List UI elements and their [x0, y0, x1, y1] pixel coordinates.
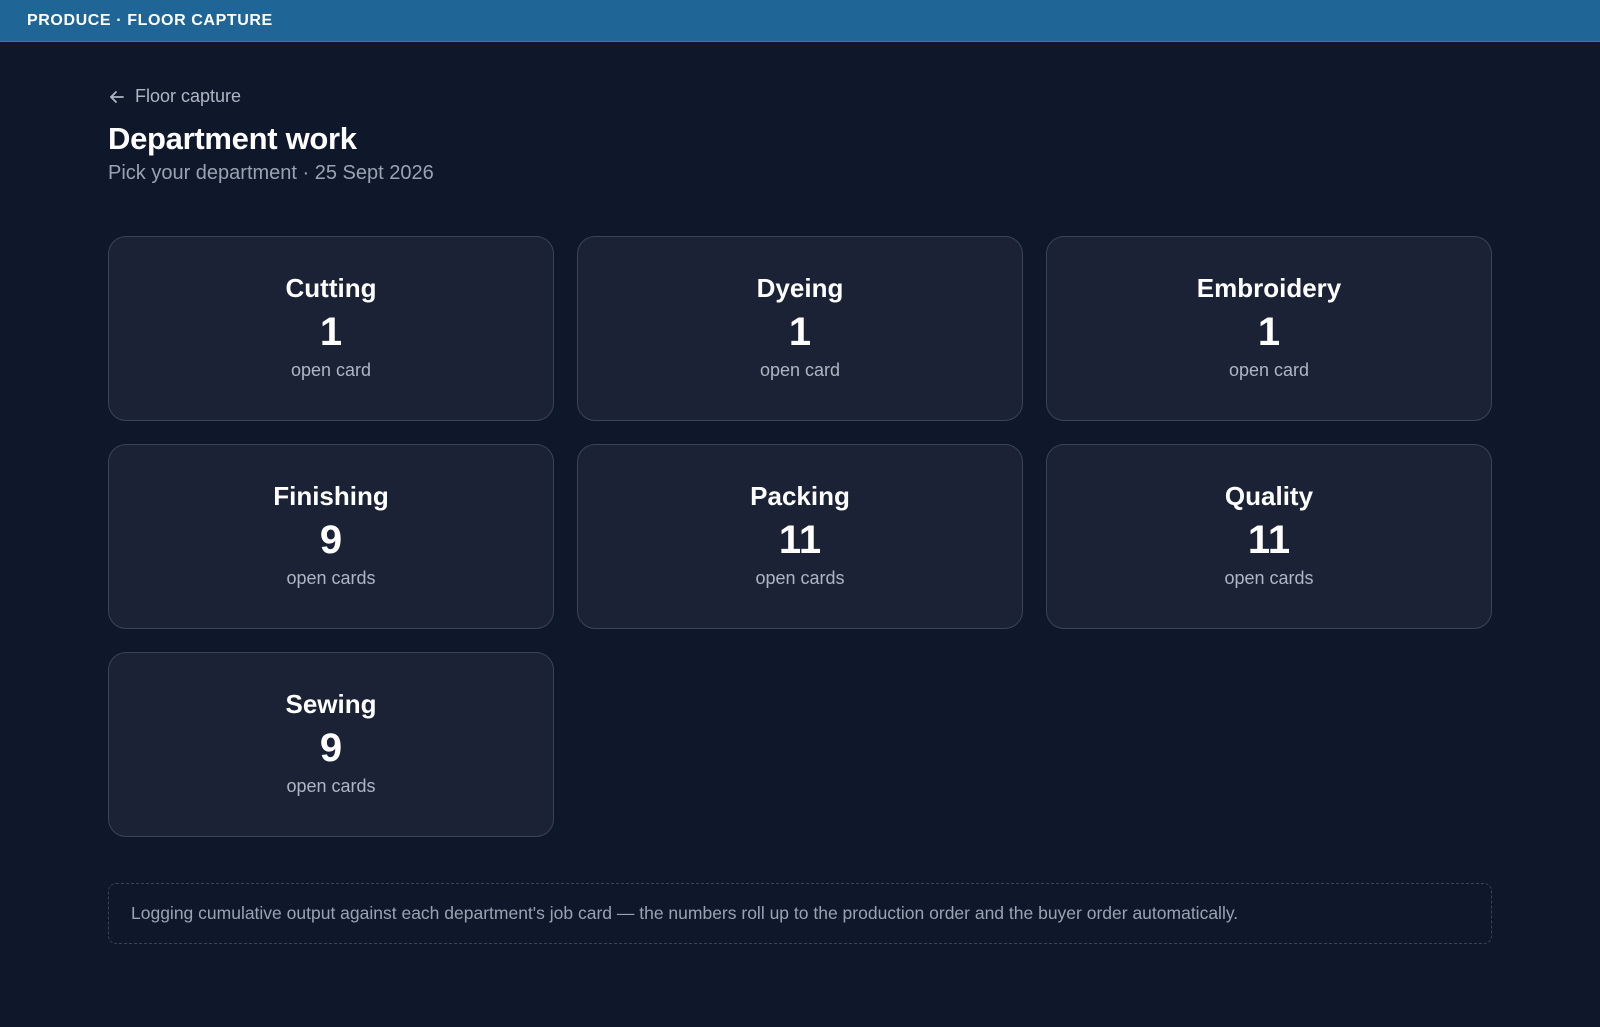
open-card-label: open card	[290, 360, 372, 380]
page-title: Department work	[108, 121, 357, 156]
open-card-count: 9	[319, 726, 343, 770]
open-card-count: 11	[1247, 518, 1291, 562]
page-subtitle: Pick your department · 25 Sept 2026	[108, 162, 434, 184]
open-card-label: open cards	[286, 568, 376, 588]
open-card-count: 1	[1257, 310, 1281, 354]
open-card-label: open cards	[1224, 568, 1314, 588]
department-card-quality[interactable]: Quality 11 open cards	[1046, 444, 1492, 629]
department-name: Sewing	[285, 689, 377, 719]
back-link[interactable]: Floor capture	[108, 86, 241, 107]
open-card-label: open card	[759, 360, 841, 380]
department-card-embroidery[interactable]: Embroidery 1 open card	[1046, 236, 1492, 421]
department-name: Packing	[750, 481, 850, 511]
department-card-packing[interactable]: Packing 11 open cards	[577, 444, 1023, 629]
department-card-cutting[interactable]: Cutting 1 open card	[108, 236, 554, 421]
department-name: Embroidery	[1196, 273, 1342, 303]
open-card-label: open card	[1228, 360, 1310, 380]
open-card-count: 1	[319, 310, 343, 354]
arrow-left-icon	[108, 88, 126, 106]
department-grid: Cutting 1 open card Dyeing 1 open card E…	[108, 236, 1492, 837]
open-card-count: 11	[778, 518, 822, 562]
department-name: Dyeing	[756, 273, 844, 303]
open-card-count: 9	[319, 518, 343, 562]
info-note-text: Logging cumulative output against each d…	[131, 903, 1239, 923]
department-card-sewing[interactable]: Sewing 9 open cards	[108, 652, 554, 837]
department-card-dyeing[interactable]: Dyeing 1 open card	[577, 236, 1023, 421]
info-note: Logging cumulative output against each d…	[108, 883, 1492, 944]
top-bar: PRODUCE · FLOOR CAPTURE	[0, 0, 1600, 42]
department-name: Finishing	[273, 481, 389, 511]
app-title: PRODUCE · FLOOR CAPTURE	[27, 11, 273, 29]
open-card-count: 1	[788, 310, 812, 354]
open-card-label: open cards	[286, 776, 376, 796]
department-name: Cutting	[285, 273, 377, 303]
department-card-finishing[interactable]: Finishing 9 open cards	[108, 444, 554, 629]
open-card-label: open cards	[755, 568, 845, 588]
department-name: Quality	[1224, 481, 1314, 511]
back-link-label: Floor capture	[135, 86, 242, 106]
